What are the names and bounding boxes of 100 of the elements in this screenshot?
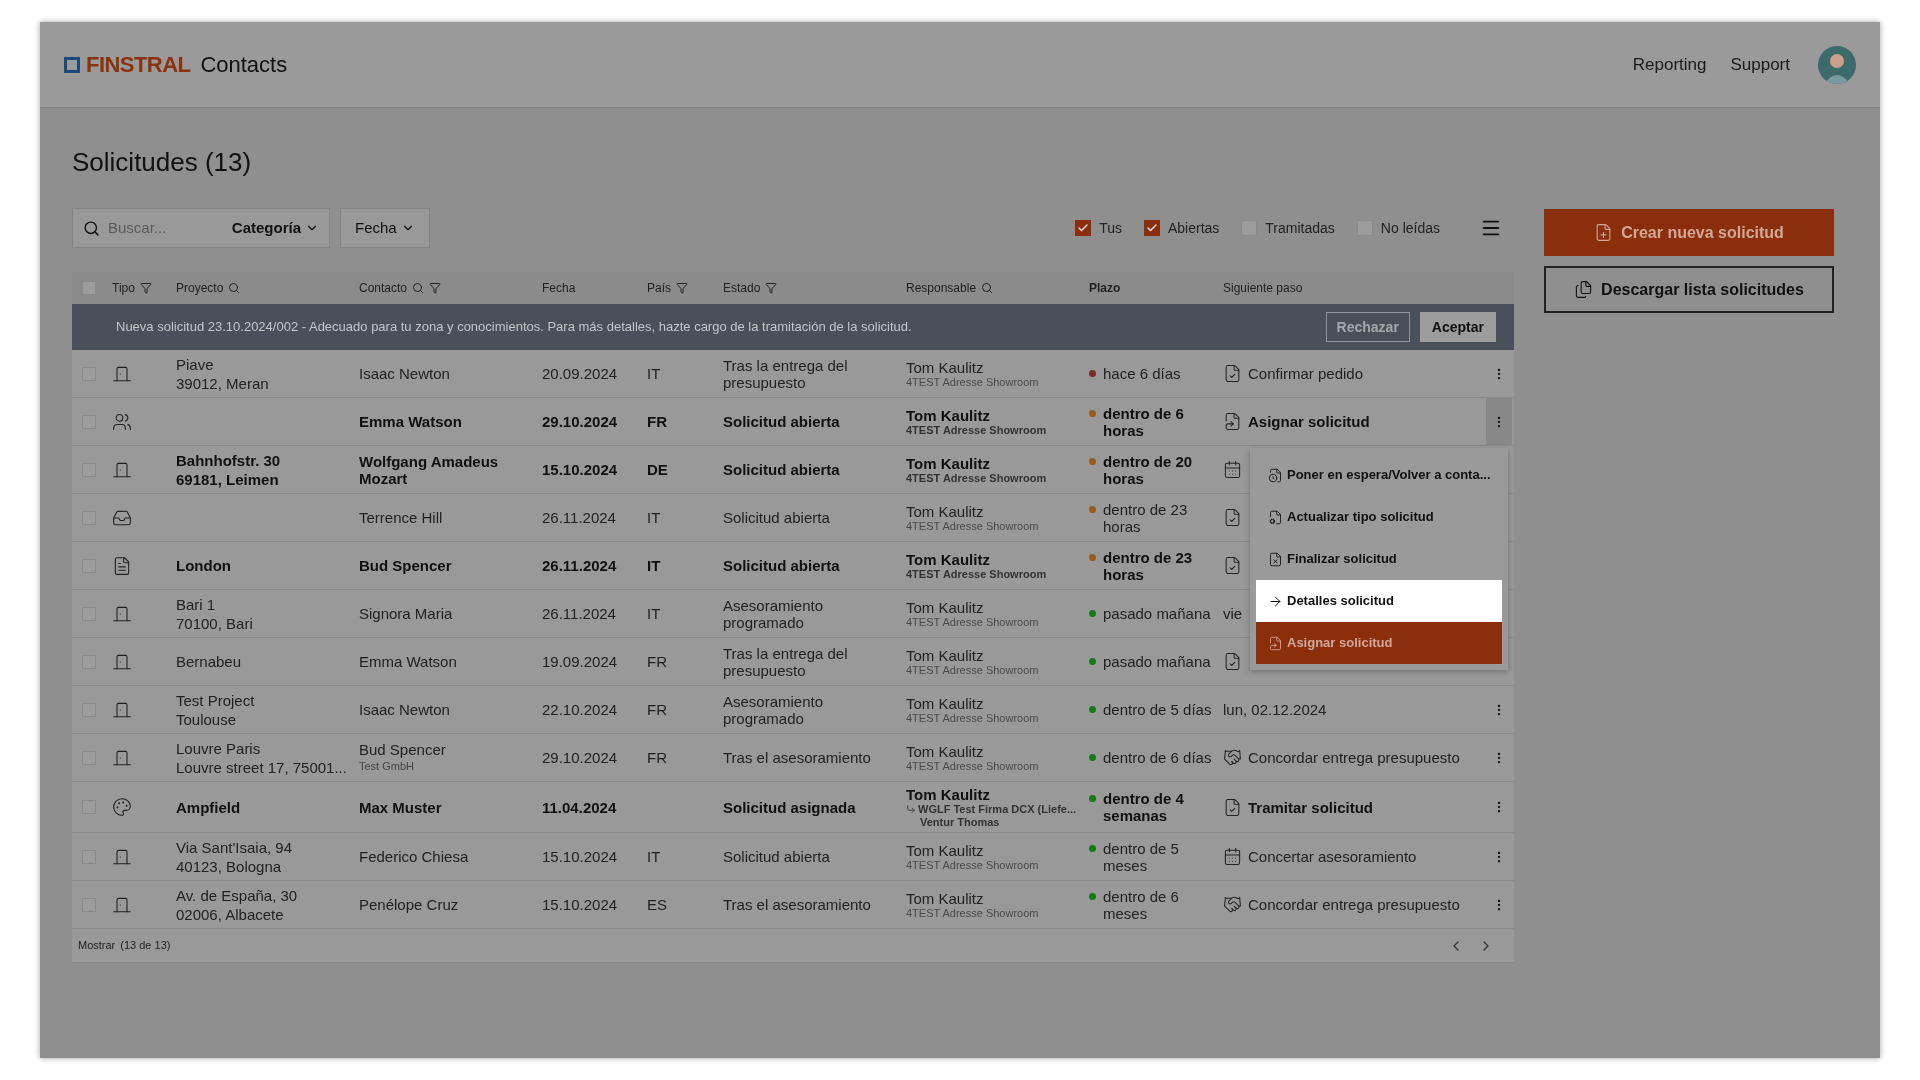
country-text: ES [647,896,667,913]
next-step-text: Tramitar solicitud [1248,798,1374,816]
filter-label: Tramitadas [1265,218,1335,238]
deadline-text: dentro de 4 semanas [1103,790,1185,824]
status-text: Tras el asesoramiento [723,749,872,766]
app-name: Contacts [200,51,288,79]
responsible-name: Tom Kaulitz [906,646,985,664]
project-text: Piave [176,354,215,374]
contact-text: Emma Watson [359,413,463,430]
date-text: 11.04.2024 [542,798,618,816]
project-text: Louvre street 17, 75001... [176,757,348,777]
project-text: Bahnhofstr. 30 [176,450,282,470]
deadline-text: dentro de 6 meses [1103,887,1180,922]
country-text: DE [647,461,668,478]
deadline-text: pasado mañana [1103,605,1211,622]
responsible-name: Tom Kaulitz [906,694,985,712]
contact-text: Emma Watson [359,653,458,670]
deadline-text: dentro de 6 horas [1103,404,1185,439]
contact-text: Bud Spencer [359,557,453,574]
project-text: Louvre Paris [176,738,262,758]
date-text: 22.10.2024 [542,701,619,718]
country-text: IT [647,365,661,382]
country-text: IT [647,509,661,526]
responsible-location: WGLF Test Firma DCX (Liefe... [918,802,1077,816]
banner-text: Nueva solicitud 23.10.2024/002 - Adecuado para tu zona y conocimientos. Para más detalles, hazte cargo de la tramitación de la solicitud. [116,318,912,337]
status-text: Solicitud abierta [723,509,831,526]
contact-text: Max Muster [359,798,443,816]
contact-text: Wolfgang Amadeus Mozart [359,452,500,487]
filter-label: No leídas [1380,218,1440,238]
responsible-name: Tom Kaulitz [906,889,985,907]
date-text: 15.10.2024 [542,848,619,865]
status-text: Tras la entrega del presupuesto [723,356,849,391]
status-text: Solicitud asignada [723,798,857,816]
project-text: 02006, Albacete [176,904,285,924]
next-step-text: Concertar asesoramiento [1248,848,1417,865]
project-text: Bari 1 [176,594,217,614]
project-text: Test Project [176,690,256,710]
project-text: 40123, Bologna [176,856,283,876]
project-text: Toulouse [176,709,238,729]
country-text: FR [647,413,667,430]
next-step-text: Confirmar pedido [1248,365,1364,382]
responsible-location: 4TEST Adresse Showroom [906,615,1039,629]
country-text: FR [647,701,667,718]
project-text: London [176,556,232,575]
date-text: 26.11.2024 [542,509,617,526]
responsible-location: 4TEST Adresse Showroom [906,711,1039,725]
responsible-name: Tom Kaulitz [906,406,991,424]
responsible-name: Tom Kaulitz [906,742,985,760]
responsible-location: 4TEST Adresse Showroom [906,423,1047,437]
status-text: Solicitud abierta [723,848,831,865]
status-text: Tras el asesoramiento [723,896,872,913]
project-text: Ampfield [176,797,242,817]
contact-text: Federico Chiesa [359,848,470,865]
date-text: 29.10.2024 [542,749,619,766]
logo: FINSTRAL [86,51,191,79]
status-text: Solicitud abierta [723,461,841,478]
responsible-location: 4TEST Adresse Showroom [906,906,1039,920]
contact-company: Test GmbH [359,758,415,774]
next-step-text: lun, 02.12.2024 [1223,701,1327,718]
responsible-name: Tom Kaulitz [906,598,985,616]
responsible-name: Tom Kaulitz [906,454,991,472]
responsible-location: 4TEST Adresse Showroom [906,759,1039,773]
responsible-location: 4TEST Adresse Showroom [906,663,1039,677]
status-text: Asesoramiento programado [723,692,825,727]
country-text: FR [647,749,667,766]
page-title: Solicitudes (13) [72,146,253,179]
filter-label: Tus [1099,218,1122,238]
next-step-text: Concordar entrega presupuesto [1248,896,1460,913]
contact-text: Signora Maria [359,605,454,622]
responsible-location: 4TEST Adresse Showroom [906,471,1047,485]
responsible-name: Tom Kaulitz [906,358,985,376]
date-text: 26.11.2024 [542,605,617,622]
date-text: 20.09.2024 [542,365,619,382]
filter-label: Abiertas [1167,218,1220,238]
project-text: Av. de España, 30 [176,885,299,905]
contact-text: Penélope Cruz [359,896,460,913]
project-text: 69181, Leimen [176,469,280,489]
next-step-text: Concordar entrega presupuesto [1248,749,1460,766]
date-text: 19.09.2024 [542,653,619,670]
country-text: IT [647,557,661,574]
deadline-text: dentro de 23 horas [1103,548,1194,583]
responsible-name: Tom Kaulitz [906,841,985,859]
deadline-text: dentro de 5 meses [1103,839,1180,874]
status-text: Solicitud abierta [723,557,841,574]
date-text: 26.11.2024 [542,557,618,574]
date-text: 15.10.2024 [542,461,619,478]
row-count: (13 de 13) [120,938,171,954]
deadline-text: hace 6 días [1103,365,1181,382]
deadline-text: pasado mañana [1103,653,1211,670]
deadline-text: dentro de 23 horas [1103,500,1189,535]
status-text: Asesoramiento programado [723,596,825,631]
contact-text: Bud Spencer [359,740,447,758]
country-text: IT [647,848,661,865]
contact-text: Terrence Hill [359,509,444,526]
project-text: 70100, Bari [176,613,254,633]
show-label: Mostrar [78,938,116,954]
project-text: Via Sant'Isaia, 94 [176,837,293,857]
deadline-text: dentro de 6 días [1103,749,1212,766]
next-step-text: Asignar solicitud [1248,413,1370,430]
responsible-location: 4TEST Adresse Showroom [906,567,1047,581]
